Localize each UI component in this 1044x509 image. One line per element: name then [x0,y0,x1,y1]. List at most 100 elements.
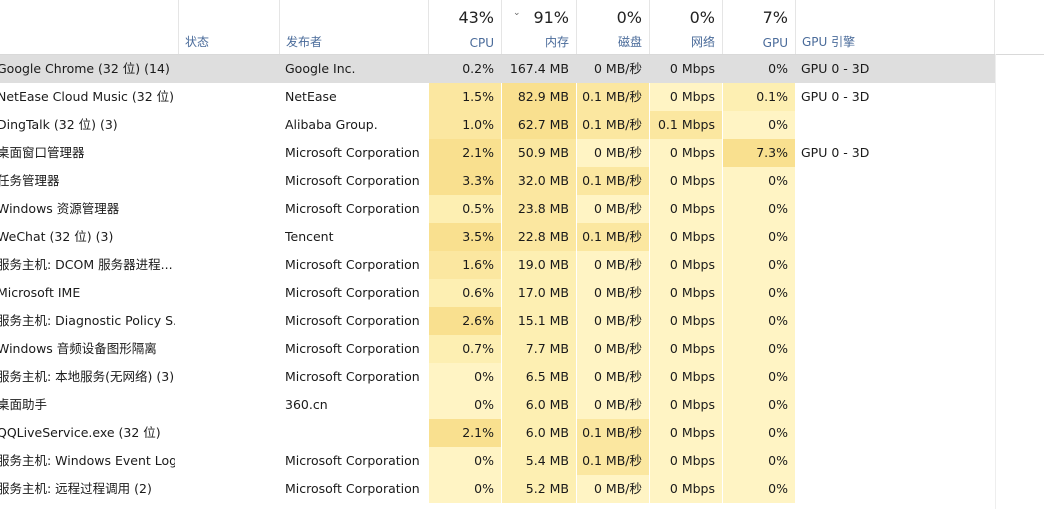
table-row[interactable]: 服务主机: 本地服务(无网络) (3) Microsoft Corporation… [0,363,1044,391]
table-row[interactable]: NetEase Cloud Music (32 位)... NetEase 1.5%… [0,83,1044,111]
status-label: 状态 [185,35,210,49]
process-publisher: 360.cn [285,397,328,412]
process-gpu-engine [801,447,991,475]
process-gpu-engine [801,251,991,279]
process-network: 0 Mbps [650,475,722,503]
table-row[interactable]: DingTalk (32 位) (3) Alibaba Group. 1.0% 62.… [0,111,1044,139]
process-disk: 0 MB/秒 [577,475,649,503]
column-header-name[interactable] [0,0,178,54]
table-row[interactable]: 服务主机: Windows Event Log Microsoft Corpora… [0,447,1044,475]
table-row[interactable]: 服务主机: DCOM 服务器进程... Microsoft Corporation… [0,251,1044,279]
process-gpu-engine: GPU 0 - 3D [801,145,870,160]
process-cpu: 1.5% [429,83,501,111]
process-cpu: 0.7% [429,335,501,363]
process-network: 0 Mbps [650,223,722,251]
process-name: 服务主机: Windows Event Log [0,453,175,468]
table-row[interactable]: 桌面助手 360.cn 0% 6.0 MB 0 MB/秒 0 Mbps 0% [0,391,1044,419]
process-cpu: 1.6% [429,251,501,279]
process-gpu-engine [801,419,991,447]
column-header-publisher[interactable]: 发布者 [279,0,428,54]
process-publisher: Microsoft Corporation [285,145,420,160]
process-memory: 5.2 MB [502,475,576,503]
process-name: Windows 音频设备图形隔离 [0,341,157,356]
column-header-cpu[interactable]: 43% CPU [428,0,501,54]
process-gpu: 0% [723,195,795,223]
process-disk: 0.1 MB/秒 [577,419,649,447]
process-cpu: 3.3% [429,167,501,195]
column-header-status[interactable]: 状态 [178,0,279,54]
process-network: 0 Mbps [650,363,722,391]
process-gpu-engine [801,391,991,419]
process-memory: 22.8 MB [502,223,576,251]
process-network: 0 Mbps [650,447,722,475]
column-header-gpu-engine[interactable]: GPU 引擎 [795,0,995,54]
process-network: 0 Mbps [669,61,715,76]
process-name: QQLiveService.exe (32 位) [0,425,161,440]
process-gpu: 0% [723,307,795,335]
process-gpu-engine [801,167,991,195]
process-disk: 0 MB/秒 [577,251,649,279]
process-table: 状态 发布者 43% CPU ⌄ 91% 内存 0% 磁盘 0% 网络 7% G… [0,0,1044,503]
process-memory: 32.0 MB [502,167,576,195]
process-name: 任务管理器 [0,173,60,188]
column-header-disk[interactable]: 0% 磁盘 [576,0,649,54]
process-disk: 0.1 MB/秒 [577,111,649,139]
cpu-total-percent: 43% [458,8,494,27]
process-publisher: Alibaba Group. [285,117,378,132]
process-memory: 82.9 MB [502,83,576,111]
process-memory: 6.5 MB [502,363,576,391]
process-disk: 0.1 MB/秒 [577,83,649,111]
process-gpu: 0% [723,279,795,307]
table-row[interactable]: 桌面窗口管理器 Microsoft Corporation 2.1% 50.9 MB 0… [0,139,1044,167]
column-header-memory[interactable]: ⌄ 91% 内存 [501,0,576,54]
process-cpu: 0% [429,475,501,503]
process-name: Microsoft IME [0,285,81,300]
process-gpu: 7.3% [723,139,795,167]
process-gpu-engine [801,363,991,391]
process-network: 0 Mbps [650,307,722,335]
process-gpu: 0% [723,167,795,195]
table-row[interactable]: 服务主机: Diagnostic Policy S... Microsoft Co… [0,307,1044,335]
process-gpu: 0% [723,363,795,391]
process-gpu-engine: GPU 0 - 3D [801,61,870,76]
process-gpu-engine [801,111,991,139]
process-gpu: 0% [723,251,795,279]
process-disk: 0.1 MB/秒 [577,447,649,475]
process-publisher: Microsoft Corporation [285,481,420,496]
table-row[interactable]: Google Chrome (32 位) (14) Google Inc. 0.2%… [0,55,995,83]
process-network: 0 Mbps [650,83,722,111]
table-row[interactable]: Windows 资源管理器 Microsoft Corporation 0.5% 23… [0,195,1044,223]
publisher-label: 发布者 [286,35,323,49]
process-network: 0 Mbps [650,167,722,195]
disk-label: 磁盘 [617,35,642,49]
process-gpu-engine [801,475,991,503]
column-divider [995,54,996,509]
process-gpu: 0% [723,419,795,447]
process-disk: 0 MB/秒 [577,363,649,391]
process-cpu: 0.5% [429,195,501,223]
process-cpu: 3.5% [429,223,501,251]
process-network: 0 Mbps [650,251,722,279]
process-name: 桌面窗口管理器 [0,145,85,160]
process-cpu: 0.2% [462,61,494,76]
table-row[interactable]: 服务主机: 远程过程调用 (2) Microsoft Corporation 0% 5… [0,475,1044,503]
process-cpu: 2.1% [429,419,501,447]
column-header-network[interactable]: 0% 网络 [649,0,722,54]
process-disk: 0 MB/秒 [594,61,642,76]
column-header-gpu[interactable]: 7% GPU [722,0,795,54]
process-memory: 6.0 MB [502,419,576,447]
process-cpu: 0% [429,363,501,391]
table-row[interactable]: Microsoft IME Microsoft Corporation 0.6% 17… [0,279,1044,307]
process-publisher: Tencent [285,229,334,244]
process-network: 0 Mbps [650,335,722,363]
process-publisher: Microsoft Corporation [285,313,420,328]
column-header-row: 状态 发布者 43% CPU ⌄ 91% 内存 0% 磁盘 0% 网络 7% G… [0,0,1044,55]
table-row[interactable]: Windows 音频设备图形隔离 Microsoft Corporation 0.7… [0,335,1044,363]
process-memory: 17.0 MB [502,279,576,307]
table-row[interactable]: WeChat (32 位) (3) Tencent 3.5% 22.8 MB 0.1 M… [0,223,1044,251]
process-gpu-engine: GPU 0 - 3D [801,89,870,104]
table-row[interactable]: QQLiveService.exe (32 位) 2.1% 6.0 MB 0.1 MB… [0,419,1044,447]
process-network: 0.1 Mbps [650,111,722,139]
process-publisher: NetEase [285,89,337,104]
table-row[interactable]: 任务管理器 Microsoft Corporation 3.3% 32.0 MB 0.1… [0,167,1044,195]
